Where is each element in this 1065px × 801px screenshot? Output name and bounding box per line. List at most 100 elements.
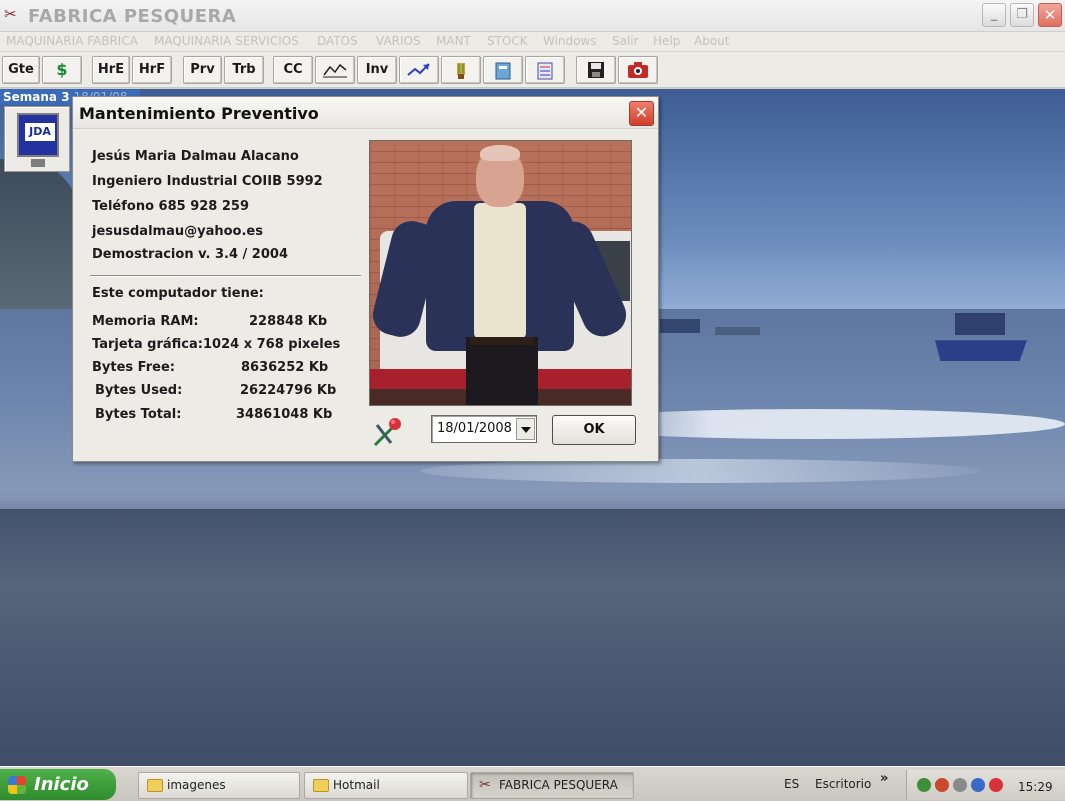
dialog-title-bar: Mantenimiento Preventivo ✕ [73, 97, 658, 129]
volume-icon[interactable] [953, 778, 967, 792]
camera-icon [628, 62, 648, 78]
title-bar: ✂ FABRICA PESQUERA _ ❐ ✕ [0, 0, 1065, 32]
tools-flower-icon [373, 418, 401, 447]
bytes-total-label: Bytes Total: [95, 407, 182, 422]
book-icon [495, 62, 511, 80]
ram-label: Memoria RAM: [92, 314, 199, 329]
menu-varios[interactable]: VARIOS [376, 34, 421, 48]
photo-belt [470, 337, 534, 345]
task-fabrica-pesquera[interactable]: ✂ FABRICA PESQUERA [470, 772, 634, 799]
menu-salir[interactable]: Salir [612, 34, 639, 48]
task-label: imagenes [167, 778, 226, 792]
bytes-free-label: Bytes Free: [92, 360, 175, 375]
date-picker[interactable]: 18/01/2008 [431, 415, 537, 443]
boat [955, 313, 1005, 335]
graph-icon [323, 63, 347, 78]
author-photo [369, 140, 632, 406]
toolbar-dollar-button[interactable]: $ [42, 56, 82, 84]
save-icon [588, 62, 604, 78]
brush-icon [457, 63, 465, 79]
start-label: Inicio [34, 774, 89, 795]
menu-mant[interactable]: MANT [436, 34, 471, 48]
bytes-free-value: 8636252 Kb [241, 360, 329, 375]
desktop-toolbar-label[interactable]: Escritorio [815, 777, 871, 791]
graphics-value: 1024 x 768 pixeles [203, 337, 341, 352]
wave [420, 459, 980, 483]
taskbar: Inicio imagenes Hotmail ✂ FABRICA PESQUE… [0, 766, 1065, 801]
toolbar: Gte $ HrE HrF Prv Trb CC Inv [0, 52, 1065, 88]
graphics-label: Tarjeta gráfica: [92, 337, 203, 352]
date-value: 18/01/2008 [437, 421, 512, 436]
task-hotmail[interactable]: Hotmail [304, 772, 468, 799]
network-icon[interactable] [917, 778, 931, 792]
folder-icon [313, 779, 329, 792]
alert-icon[interactable] [989, 778, 1003, 792]
language-indicator[interactable]: ES [784, 777, 799, 791]
ok-button[interactable]: OK [552, 415, 636, 445]
menu-maquinaria-servicios[interactable]: MAQUINARIA SERVICIOS [154, 34, 299, 48]
maintenance-dialog: Mantenimiento Preventivo ✕ Jesús Maria D… [72, 96, 659, 462]
folder-icon [147, 779, 163, 792]
toolbar-hre-button[interactable]: HrE [92, 56, 130, 84]
clock[interactable]: 15:29 [1018, 780, 1053, 794]
jda-desktop-shortcut[interactable]: JDA [4, 106, 70, 172]
toolbar-hrf-button[interactable]: HrF [132, 56, 172, 84]
security-icon[interactable] [935, 778, 949, 792]
minimize-button[interactable]: _ [982, 3, 1006, 27]
photo-shirt [474, 203, 526, 339]
system-tray: 15:29 [906, 770, 1065, 800]
system-heading: Este computador tiene: [92, 286, 264, 301]
photo-head [480, 145, 520, 161]
app-tools-icon: ✂ [479, 777, 491, 793]
toolbar-trb-button[interactable]: Trb [224, 56, 264, 84]
hills [0, 159, 80, 309]
app-version: Demostracion v. 3.4 / 2004 [92, 247, 288, 262]
window-title: FABRICA PESQUERA [28, 6, 237, 27]
boat [660, 319, 700, 333]
toolbar-camera-button[interactable] [618, 56, 658, 84]
dialog-title: Mantenimiento Preventivo [79, 104, 319, 123]
chart-arrow-icon [407, 63, 430, 76]
windows-logo-icon [8, 776, 26, 794]
menu-maquinaria-fabrica[interactable]: MAQUINARIA FABRICA [6, 34, 138, 48]
author-phone: Teléfono 685 928 259 [92, 199, 249, 214]
app-tools-icon: ✂ [4, 6, 17, 23]
chevron-down-icon[interactable] [516, 418, 535, 440]
toolbar-graph-button[interactable] [315, 56, 355, 84]
monitor-icon: JDA [17, 113, 59, 157]
author-title: Ingeniero Industrial COIIB 5992 [92, 174, 323, 189]
menu-bar: MAQUINARIA FABRICA MAQUINARIA SERVICIOS … [0, 32, 1065, 52]
toolbar-save-button[interactable] [576, 56, 616, 84]
menu-stock[interactable]: STOCK [487, 34, 528, 48]
connection-icon[interactable] [971, 778, 985, 792]
toolbar-cc-button[interactable]: CC [273, 56, 313, 84]
toolbar-prv-button[interactable]: Prv [183, 56, 222, 84]
toolbar-book-button[interactable] [483, 56, 523, 84]
photo-trousers [466, 337, 538, 405]
task-label: Hotmail [333, 778, 380, 792]
toolbar-brush-button[interactable] [441, 56, 481, 84]
author-name: Jesús Maria Dalmau Alacano [92, 149, 299, 164]
calculator-icon [537, 62, 553, 80]
menu-datos[interactable]: DATOS [317, 34, 358, 48]
dialog-close-button[interactable]: ✕ [629, 101, 654, 126]
toolbar-inv-button[interactable]: Inv [357, 56, 397, 84]
menu-help[interactable]: Help [653, 34, 680, 48]
bytes-used-value: 26224796 Kb [240, 383, 337, 398]
toolbar-gte-button[interactable]: Gte [2, 56, 40, 84]
toolbar-chart-arrow-button[interactable] [399, 56, 439, 84]
task-imagenes[interactable]: imagenes [138, 772, 300, 799]
start-button[interactable]: Inicio [0, 769, 116, 800]
maximize-button[interactable]: ❐ [1010, 3, 1034, 27]
boat [715, 327, 760, 335]
jda-label: JDA [25, 123, 55, 141]
beach [0, 509, 1065, 766]
menu-about[interactable]: About [694, 34, 729, 48]
toolbar-chevron[interactable]: » [880, 771, 888, 786]
close-button[interactable]: ✕ [1038, 3, 1062, 27]
menu-windows[interactable]: Windows [543, 34, 597, 48]
toolbar-calculator-button[interactable] [525, 56, 565, 84]
week-label: Semana 3 [3, 90, 70, 104]
monitor-stand [31, 159, 45, 167]
separator [90, 275, 361, 277]
